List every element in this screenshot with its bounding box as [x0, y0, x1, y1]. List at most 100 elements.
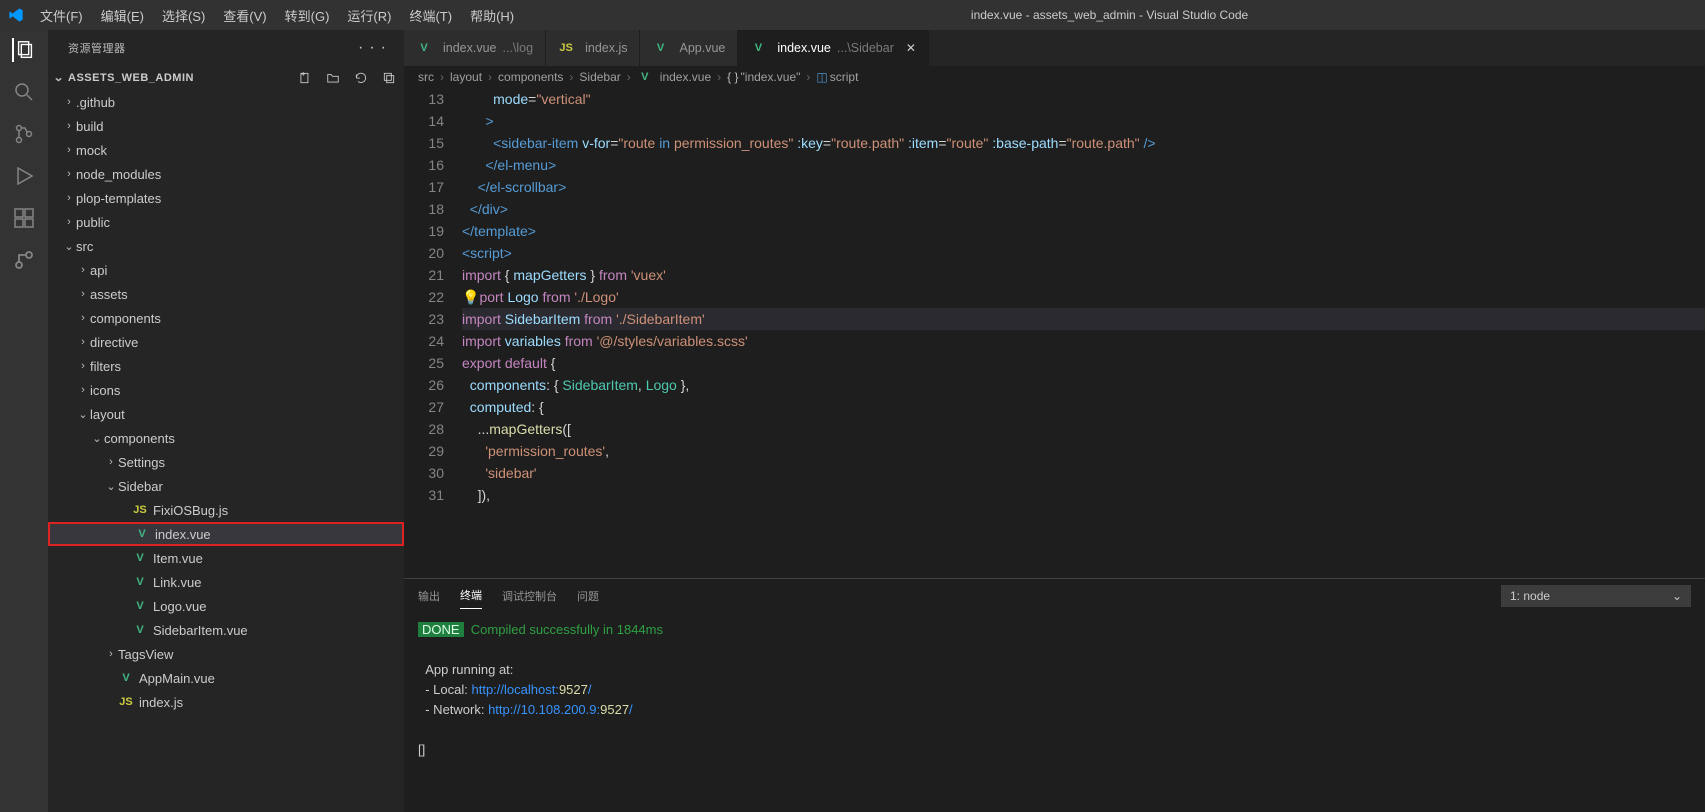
tree-item-label: FixiOSBug.js [153, 503, 228, 518]
tree-item[interactable]: V Logo.vue [48, 594, 404, 618]
menu-item[interactable]: 选择(S) [154, 2, 213, 29]
tree-item[interactable]: ⌄Sidebar [48, 474, 404, 498]
new-folder-icon[interactable] [326, 71, 340, 85]
close-icon[interactable]: ✕ [906, 41, 916, 55]
tree-item-label: src [76, 239, 93, 254]
tree-item-label: directive [90, 335, 138, 350]
panel-tab[interactable]: 问题 [577, 583, 599, 609]
tree-item[interactable]: ›assets [48, 282, 404, 306]
menu-item[interactable]: 终端(T) [401, 2, 460, 29]
twisty-icon: ⌄ [62, 240, 76, 253]
tree-item[interactable]: ›build [48, 114, 404, 138]
tab-detail: ...\Sidebar [837, 41, 894, 55]
tree-item[interactable]: ⌄layout [48, 402, 404, 426]
tab-label: index.vue [777, 41, 831, 55]
menu-item[interactable]: 查看(V) [215, 2, 274, 29]
vue-file-icon: V [118, 670, 134, 686]
tree-item[interactable]: ›components [48, 306, 404, 330]
vue-file-icon: V [132, 598, 148, 614]
breadcrumb-item[interactable]: components [498, 70, 563, 84]
tree-item[interactable]: ›mock [48, 138, 404, 162]
explorer-more-icon[interactable]: ··· [358, 39, 392, 57]
tree-item-label: Logo.vue [153, 599, 207, 614]
tree-item-label: node_modules [76, 167, 161, 182]
network-url[interactable]: http://10.108.200.9:9527/ [488, 702, 633, 717]
breadcrumb-item[interactable]: script [830, 70, 859, 84]
editor-tab[interactable]: JSindex.js [546, 30, 640, 66]
menu-item[interactable]: 帮助(H) [462, 2, 522, 29]
vue-file-icon: V [132, 622, 148, 638]
tree-item-label: assets [90, 287, 128, 302]
panel-tab[interactable]: 输出 [418, 583, 440, 609]
tree-item[interactable]: ›Settings [48, 450, 404, 474]
tree-item[interactable]: Vindex.vue [48, 522, 404, 546]
code-editor[interactable]: 13141516171819202122232425262728293031 m… [404, 88, 1705, 578]
tree-item[interactable]: VSidebarItem.vue [48, 618, 404, 642]
tree-item-label: index.vue [155, 527, 211, 542]
tree-item-label: index.js [139, 695, 183, 710]
explorer-icon[interactable] [12, 38, 36, 62]
compile-status: Compiled successfully in 1844ms [471, 622, 663, 637]
editor-tab[interactable]: VApp.vue [640, 30, 738, 66]
breadcrumb-item[interactable]: layout [450, 70, 482, 84]
menu-item[interactable]: 运行(R) [339, 2, 399, 29]
window-title: index.vue - assets_web_admin - Visual St… [522, 8, 1697, 22]
code-lines[interactable]: mode="vertical" > <sidebar-item v-for="r… [462, 88, 1705, 578]
activity-bar [0, 30, 48, 812]
breadcrumb-item[interactable]: index.vue [660, 70, 711, 84]
menu-item[interactable]: 编辑(E) [93, 2, 152, 29]
tree-item[interactable]: JSindex.js [48, 690, 404, 714]
tree-item[interactable]: ›public [48, 210, 404, 234]
debug-icon[interactable] [12, 164, 36, 188]
editor-tab[interactable]: Vindex.vue...\log [404, 30, 546, 66]
file-tree: ›.github›build›mock›node_modules›plop-te… [48, 90, 404, 812]
menu-item[interactable]: 文件(F) [32, 2, 91, 29]
local-url[interactable]: http://localhost:9527/ [471, 682, 591, 697]
remote-icon[interactable] [12, 248, 36, 272]
tree-item[interactable]: ›icons [48, 378, 404, 402]
vue-file-icon: V [134, 526, 150, 542]
tree-item[interactable]: VAppMain.vue [48, 666, 404, 690]
new-file-icon[interactable] [298, 71, 312, 85]
menu-item[interactable]: 转到(G) [277, 2, 338, 29]
tree-item[interactable]: ›TagsView [48, 642, 404, 666]
terminal-select[interactable]: 1: node ⌄ [1501, 585, 1691, 607]
tree-item-label: TagsView [118, 647, 173, 662]
tree-item[interactable]: JSFixiOSBug.js [48, 498, 404, 522]
collapse-all-icon[interactable] [382, 71, 396, 85]
breadcrumb-item[interactable]: "index.vue" [741, 70, 801, 84]
breadcrumb-item[interactable]: src [418, 70, 434, 84]
panel-tab[interactable]: 终端 [460, 582, 482, 609]
tree-item[interactable]: ›directive [48, 330, 404, 354]
network-label: - Network: [425, 702, 488, 717]
tree-item[interactable]: VItem.vue [48, 546, 404, 570]
terminal-output[interactable]: DONE Compiled successfully in 1844ms App… [404, 612, 1705, 812]
tree-item[interactable]: ›filters [48, 354, 404, 378]
tree-item[interactable]: ›api [48, 258, 404, 282]
editor-tabs: Vindex.vue...\logJSindex.jsVApp.vueVinde… [404, 30, 1705, 66]
tab-detail: ...\log [503, 41, 534, 55]
search-icon[interactable] [12, 80, 36, 104]
tree-item[interactable]: ›plop-templates [48, 186, 404, 210]
twisty-icon: › [76, 384, 90, 396]
twisty-icon: › [104, 456, 118, 468]
breadcrumb-item[interactable]: Sidebar [579, 70, 620, 84]
project-header[interactable]: ASSETS_WEB_ADMIN [48, 65, 404, 90]
twisty-icon: › [104, 648, 118, 660]
breadcrumb[interactable]: src›layout›components›Sidebar›Vindex.vue… [404, 66, 1705, 88]
js-file-icon: JS [558, 40, 574, 56]
tree-item[interactable]: ⌄src [48, 234, 404, 258]
tree-item[interactable]: ›node_modules [48, 162, 404, 186]
braces-icon: { } [727, 70, 738, 84]
panel-tab[interactable]: 调试控制台 [502, 583, 557, 609]
vue-file-icon: V [750, 40, 766, 56]
tree-item[interactable]: VLink.vue [48, 570, 404, 594]
extensions-icon[interactable] [12, 206, 36, 230]
refresh-icon[interactable] [354, 71, 368, 85]
editor-tab[interactable]: Vindex.vue ...\Sidebar ✕ [738, 30, 929, 66]
source-control-icon[interactable] [12, 122, 36, 146]
tree-item[interactable]: ⌄components [48, 426, 404, 450]
tree-item-label: layout [90, 407, 125, 422]
tree-item[interactable]: ›.github [48, 90, 404, 114]
twisty-icon: › [62, 216, 76, 228]
